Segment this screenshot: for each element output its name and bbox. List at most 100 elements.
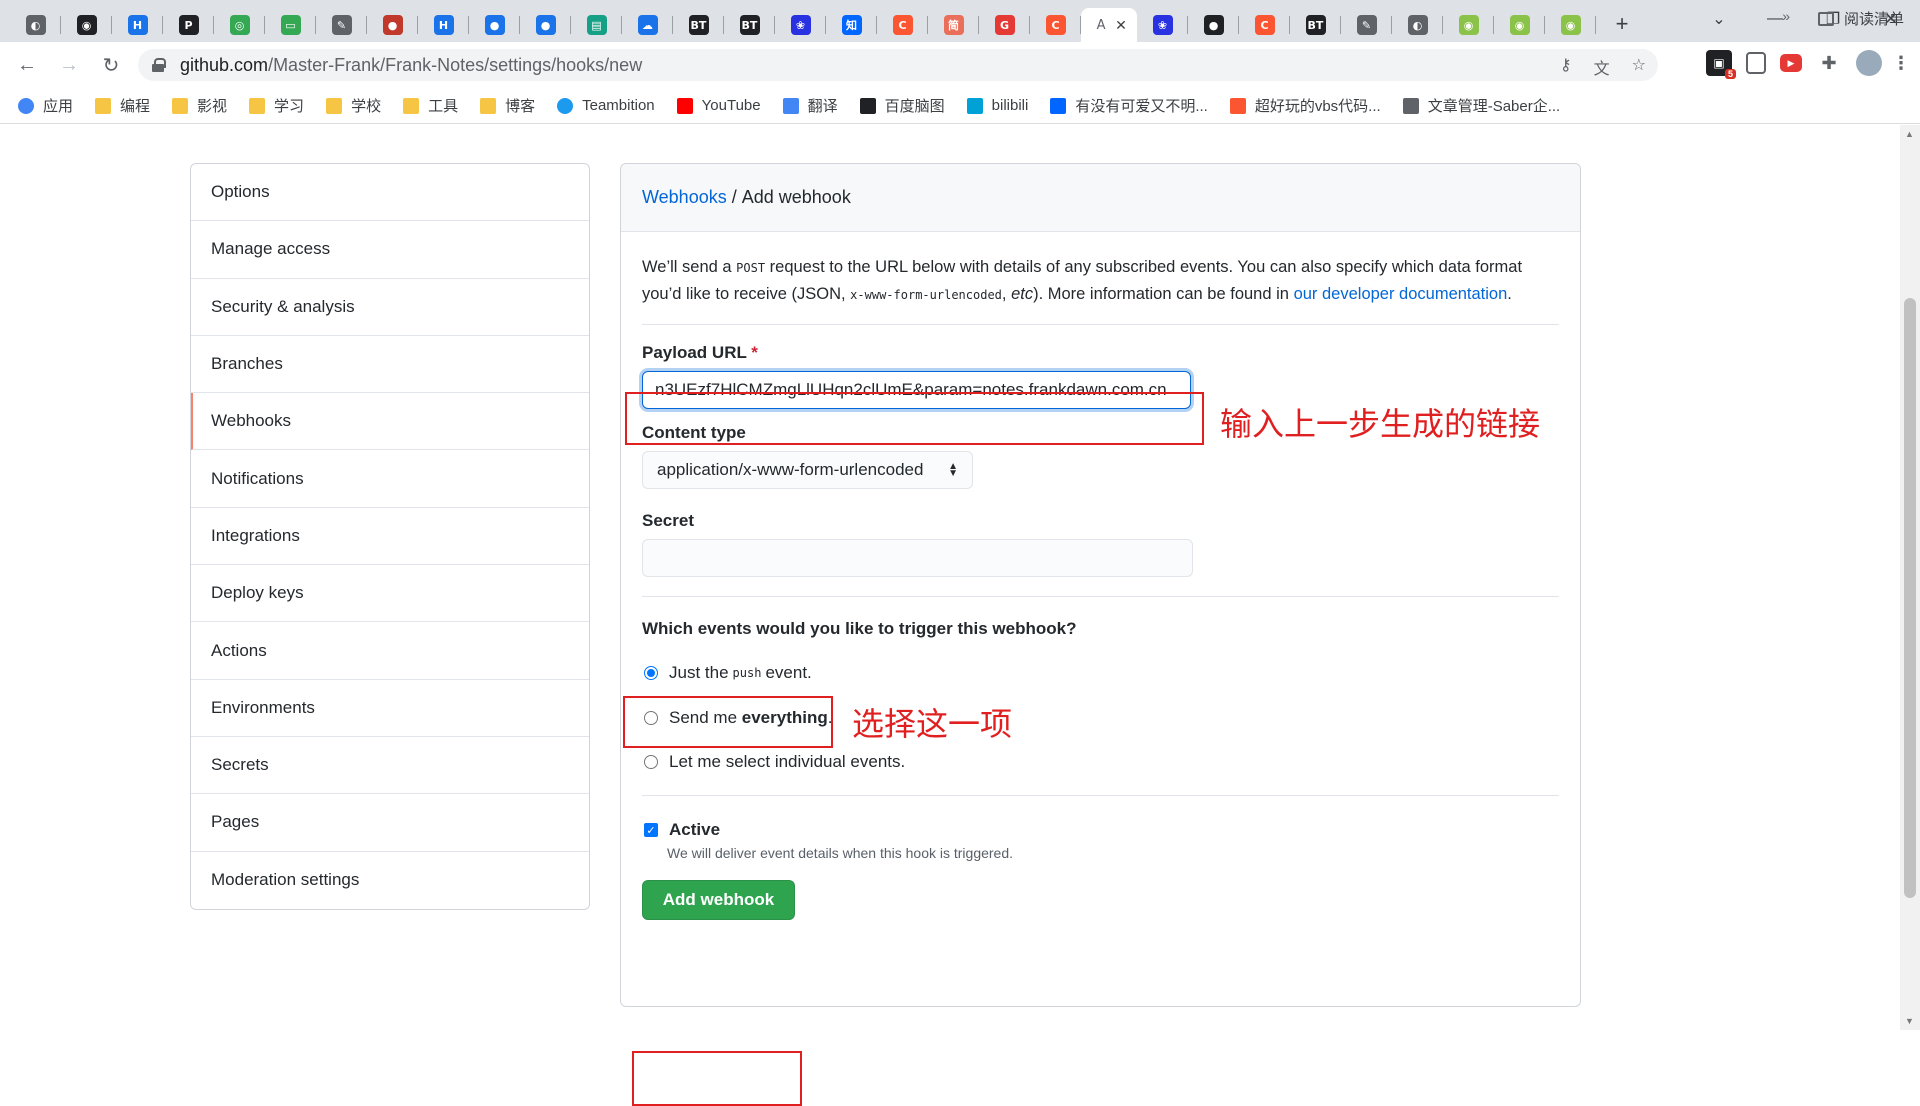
menu-dots-icon[interactable]: ⋮	[1892, 50, 1910, 76]
browser-tab[interactable]: ❀	[775, 8, 826, 42]
scroll-down-icon[interactable]: ▼	[1905, 1016, 1914, 1026]
bookmark-item[interactable]: 百度脑图	[859, 95, 945, 116]
browser-tab[interactable]: BT	[1290, 8, 1341, 42]
bookmark-item[interactable]: 编程	[95, 95, 150, 116]
scrollbar-thumb[interactable]	[1904, 298, 1916, 898]
bookmark-item[interactable]: YouTube	[676, 97, 761, 114]
new-tab-icon[interactable]: +	[1604, 9, 1640, 39]
translate-icon[interactable]: 文	[1594, 55, 1610, 79]
bookmark-item[interactable]: 学习	[249, 95, 304, 116]
browser-tab[interactable]: H	[418, 8, 469, 42]
browser-tab[interactable]: ❀	[1137, 8, 1188, 42]
browser-tab[interactable]: BT	[724, 8, 775, 42]
sidebar-item-actions[interactable]: Actions	[191, 622, 589, 680]
browser-tab[interactable]: ●	[1188, 8, 1239, 42]
browser-tab[interactable]: BT	[673, 8, 724, 42]
sidebar-item-notifications[interactable]: Notifications	[191, 450, 589, 508]
browser-tab[interactable]: ◐	[1392, 8, 1443, 42]
browser-tab[interactable]: ●	[520, 8, 571, 42]
extensions-puzzle-icon[interactable]: ✚	[1816, 50, 1842, 76]
bookmark-item[interactable]: 应用	[18, 95, 73, 116]
key-icon[interactable]: ⚷	[1560, 55, 1572, 79]
address-bar[interactable]: github.com/Master-Frank/Frank-Notes/sett…	[138, 49, 1658, 81]
bookmark-item[interactable]: 影视	[172, 95, 227, 116]
browser-tab[interactable]: ☁	[622, 8, 673, 42]
breadcrumb-webhooks-link[interactable]: Webhooks	[642, 187, 727, 208]
bookmark-item[interactable]: 超好玩的vbs代码...	[1229, 95, 1381, 116]
sidebar-item-options[interactable]: Options	[191, 164, 589, 222]
browser-tab[interactable]: C	[877, 8, 928, 42]
browser-tab[interactable]: G	[979, 8, 1030, 42]
globe-icon: ◐	[25, 15, 46, 35]
browser-tab[interactable]: ✎	[1341, 8, 1392, 42]
bookmark-star-icon[interactable]: ☆	[1632, 55, 1646, 79]
bookmarks-more-icon[interactable]: »	[1782, 8, 1790, 24]
scroll-up-icon[interactable]: ▲	[1905, 129, 1914, 139]
add-webhook-button[interactable]: Add webhook	[642, 880, 795, 920]
sidebar-item-environments[interactable]: Environments	[191, 680, 589, 737]
bookmark-label: bilibili	[991, 97, 1029, 114]
sidebar-item-moderation-settings[interactable]: Moderation settings	[191, 852, 589, 909]
bookmark-item[interactable]: 学校	[326, 95, 381, 116]
radio-push[interactable]	[644, 666, 658, 680]
browser-tab[interactable]: ●	[469, 8, 520, 42]
bookmark-item[interactable]: 有没有可爱又不明...	[1050, 95, 1208, 116]
developer-docs-link[interactable]: our developer documentation	[1294, 285, 1508, 303]
baidu-icon: ❀	[790, 15, 811, 35]
browser-tab[interactable]: ✎	[316, 8, 367, 42]
extension-icon[interactable]: ▣ 5	[1706, 50, 1736, 79]
bookmark-item[interactable]: bilibili	[966, 97, 1029, 114]
profile-avatar[interactable]	[1856, 50, 1882, 76]
bookmark-item[interactable]: 工具	[403, 95, 458, 116]
close-tab-icon[interactable]: ✕	[1115, 17, 1127, 34]
sidebar-item-integrations[interactable]: Integrations	[191, 508, 589, 566]
reload-icon[interactable]: ↻	[94, 48, 128, 82]
browser-tab[interactable]: ◎	[214, 8, 265, 42]
page-scrollbar[interactable]: ▲ ▼	[1900, 125, 1920, 1030]
sidebar-item-security-analysis[interactable]: Security & analysis	[191, 279, 589, 336]
browser-tab[interactable]: ▭	[265, 8, 316, 42]
browser-tab[interactable]: ▤	[571, 8, 622, 42]
folder-icon	[95, 97, 112, 114]
browser-tab[interactable]: P	[163, 8, 214, 42]
browser-tab[interactable]: ◐	[10, 8, 61, 42]
content-type-select[interactable]: application/x-www-form-urlencoded ▲ ▼	[642, 451, 973, 489]
bookmark-item[interactable]: 博客	[480, 95, 535, 116]
event-option-push[interactable]: Just the push event.	[644, 663, 1559, 683]
radio-individual[interactable]	[644, 755, 658, 769]
bookmark-item[interactable]: 文章管理-Saber企...	[1402, 95, 1560, 116]
browser-tab[interactable]: ◉	[61, 8, 112, 42]
browser-tab[interactable]: ◉	[1494, 8, 1545, 42]
reader-extension-icon[interactable]	[1746, 52, 1766, 74]
intro-part: ). More information can be found in	[1033, 285, 1294, 303]
tab-search-icon[interactable]: ⌄	[1696, 0, 1742, 38]
minimize-icon[interactable]: —	[1752, 0, 1798, 38]
browser-tab[interactable]: 知	[826, 8, 877, 42]
browser-tab[interactable]: C	[1239, 8, 1290, 42]
youtube-extension-icon[interactable]: ▶	[1780, 54, 1802, 72]
browser-tab-active[interactable]: A ✕	[1081, 8, 1137, 42]
sidebar-item-webhooks[interactable]: Webhooks	[191, 393, 589, 451]
sidebar-item-deploy-keys[interactable]: Deploy keys	[191, 565, 589, 623]
browser-tab[interactable]: ◉	[1443, 8, 1494, 42]
reading-list[interactable]: 阅读清单	[1817, 8, 1904, 29]
secret-input[interactable]	[642, 539, 1193, 577]
browser-tab[interactable]: ●	[367, 8, 418, 42]
back-icon[interactable]: ←	[10, 48, 44, 82]
active-option[interactable]: ✓ Active	[644, 820, 1559, 840]
browser-tab[interactable]: H	[112, 8, 163, 42]
browser-tab[interactable]: C	[1030, 8, 1081, 42]
sidebar-item-pages[interactable]: Pages	[191, 794, 589, 852]
sidebar-item-manage-access[interactable]: Manage access	[191, 221, 589, 279]
sidebar-item-secrets[interactable]: Secrets	[191, 737, 589, 795]
active-checkbox[interactable]: ✓	[644, 823, 658, 837]
sidebar-item-branches[interactable]: Branches	[191, 336, 589, 394]
browser-tab[interactable]: 简	[928, 8, 979, 42]
bookmark-item[interactable]: Teambition	[557, 97, 655, 114]
browser-tab[interactable]: ◉	[1545, 8, 1596, 42]
lock-icon[interactable]	[152, 58, 166, 72]
forward-icon[interactable]: →	[52, 48, 86, 82]
reading-list-icon	[1817, 11, 1834, 26]
bookmark-item[interactable]: 翻译	[782, 95, 838, 116]
event-option-individual[interactable]: Let me select individual events.	[644, 752, 1559, 772]
